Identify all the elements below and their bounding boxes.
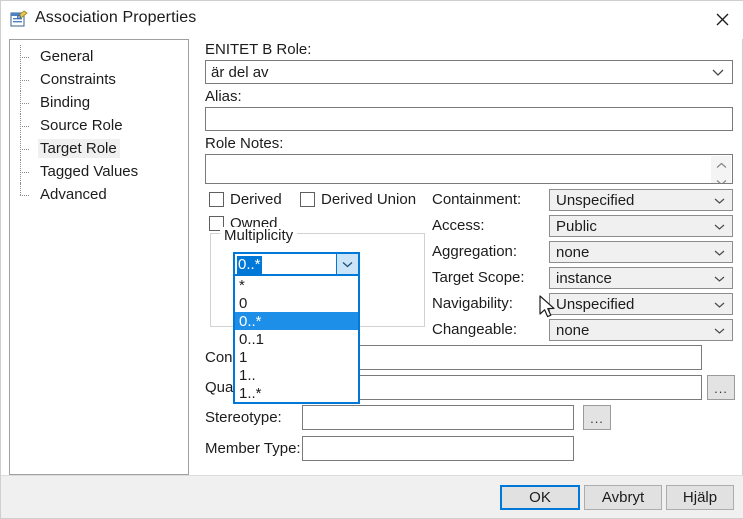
multiplicity-dropdown-list[interactable]: * 0 0..* 0..1 1 1.. 1..* [233,276,360,404]
derived-checkbox[interactable]: Derived [209,191,282,208]
list-item[interactable]: 1 [235,348,358,366]
sidebar-item-label: Binding [40,94,91,111]
navigability-label: Navigability: [432,295,513,312]
close-icon[interactable] [700,1,743,37]
list-item[interactable]: 0..1 [235,330,358,348]
containment-dropdown[interactable]: Unspecified [549,189,733,211]
stereotype-label: Stereotype: [205,409,282,426]
member-type-label: Member Type: [205,440,301,457]
tree-connector-icon [20,45,34,68]
sidebar-item-label: Constraints [40,71,116,88]
target-role-panel: ENITET B Role: är del av Alias: Role Not… [197,39,736,475]
sidebar-item-tagged-values[interactable]: Tagged Values [10,160,188,183]
list-item[interactable]: 0..* [235,312,358,330]
stereotype-browse-button[interactable]: ... [583,405,611,430]
changeable-value: none [556,321,590,339]
list-item[interactable]: 1.. [235,366,358,384]
role-combo[interactable]: är del av [205,60,733,84]
ok-button[interactable]: OK [500,485,580,510]
tree-connector-icon [20,160,34,183]
category-tree[interactable]: General Constraints Binding Source Role … [9,39,189,475]
tree-connector-icon [20,183,34,206]
sidebar-item-label: Advanced [40,186,107,203]
sidebar-item-label: General [40,48,94,65]
constraint-input[interactable] [302,345,702,370]
multiplicity-combo[interactable]: 0..* [233,252,360,276]
sidebar-item-label: Source Role [40,117,123,134]
tree-connector-icon [20,114,34,137]
chevron-down-icon [714,218,725,235]
sidebar-item-label: Target Role [38,139,120,158]
sidebar-item-label: Tagged Values [40,163,139,180]
notes-spinner[interactable] [711,156,731,183]
access-label: Access: [432,217,485,234]
chevron-down-icon [714,296,725,313]
chevron-down-icon [714,270,725,287]
sidebar-item-advanced[interactable]: Advanced [10,183,188,206]
member-type-input[interactable] [302,436,574,461]
sidebar-item-constraints[interactable]: Constraints [10,68,188,91]
chevron-down-icon[interactable] [336,254,358,274]
association-properties-icon [10,10,28,28]
help-button[interactable]: Hjälp [666,485,734,510]
list-item[interactable]: 0 [235,294,358,312]
containment-label: Containment: [432,191,522,208]
role-combo-value: är del av [211,63,269,81]
qualifier-input[interactable] [302,375,702,400]
chevron-up-icon[interactable] [716,156,727,173]
aggregation-dropdown[interactable]: none [549,241,733,263]
tree-connector-icon [20,91,34,114]
qualifier-browse-button[interactable]: ... [707,375,735,400]
chevron-down-icon [714,322,725,339]
aggregation-value: none [556,243,590,261]
chevron-down-icon [714,192,725,209]
target-scope-dropdown[interactable]: instance [549,267,733,289]
list-item[interactable]: * [235,276,358,294]
target-scope-label: Target Scope: [432,269,525,286]
multiplicity-group-label: Multiplicity [220,227,298,244]
checkbox-icon [300,192,315,207]
sidebar-item-binding[interactable]: Binding [10,91,188,114]
chevron-down-icon[interactable] [716,173,727,183]
access-dropdown[interactable]: Public [549,215,733,237]
derived-label: Derived [230,191,282,208]
navigability-dropdown[interactable]: Unspecified [549,293,733,315]
role-notes-input[interactable] [205,154,733,184]
target-scope-value: instance [556,269,612,287]
chevron-down-icon [712,64,724,81]
notes-label: Role Notes: [205,135,284,152]
changeable-dropdown[interactable]: none [549,319,733,341]
page-title: Association Properties [35,9,197,26]
role-label: ENITET B Role: [205,41,312,58]
checkbox-icon [209,192,224,207]
derived-union-checkbox[interactable]: Derived Union [300,191,416,208]
dialog-footer: OK Avbryt Hjälp [1,475,743,518]
title-bar: Association Properties [1,1,743,39]
containment-value: Unspecified [556,191,635,209]
access-value: Public [556,217,597,235]
list-item[interactable]: 1..* [235,384,358,402]
sidebar-item-source-role[interactable]: Source Role [10,114,188,137]
aggregation-label: Aggregation: [432,243,518,260]
changeable-label: Changeable: [432,321,518,338]
cancel-button[interactable]: Avbryt [584,485,662,510]
alias-input[interactable] [205,107,733,131]
sidebar-item-target-role[interactable]: Target Role [10,137,188,160]
tree-connector-icon [20,68,34,91]
association-properties-dialog: Association Properties General Constrain… [0,0,743,519]
chevron-down-icon [714,244,725,261]
navigability-value: Unspecified [556,295,635,313]
alias-label: Alias: [205,88,242,105]
multiplicity-combo-value: 0..* [237,256,262,274]
tree-connector-icon [20,137,34,160]
stereotype-input[interactable] [302,405,574,430]
sidebar-item-general[interactable]: General [10,45,188,68]
derived-union-label: Derived Union [321,191,417,208]
